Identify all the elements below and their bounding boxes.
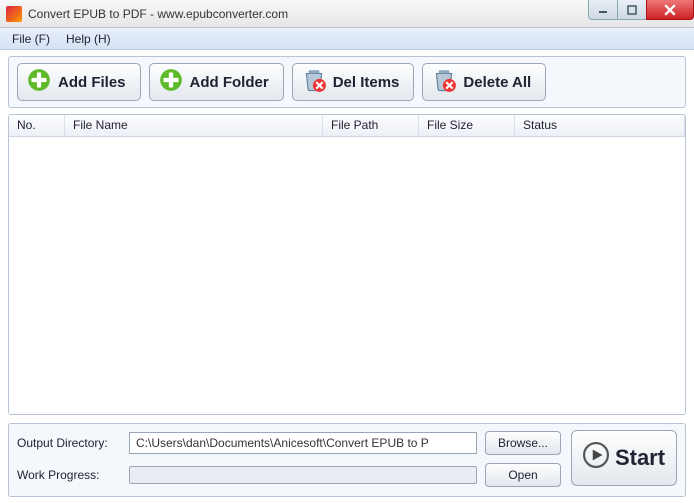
col-header-filesize[interactable]: File Size (419, 115, 515, 136)
trash-delete-icon (431, 67, 457, 97)
menubar: File (F) Help (H) (0, 28, 694, 50)
play-icon (583, 442, 609, 474)
app-icon (6, 6, 22, 22)
maximize-button[interactable] (617, 0, 647, 20)
bottom-panel: Output Directory: Browse... Work Progres… (8, 423, 686, 497)
output-dir-label: Output Directory: (17, 436, 121, 450)
col-header-filepath[interactable]: File Path (323, 115, 419, 136)
trash-delete-icon (301, 67, 327, 97)
minimize-button[interactable] (588, 0, 618, 20)
start-label: Start (615, 445, 665, 471)
client-area: Add Files Add Folder Del Items Delete Al… (0, 50, 694, 503)
col-header-filename[interactable]: File Name (65, 115, 323, 136)
plus-icon (158, 67, 184, 97)
add-folder-label: Add Folder (190, 74, 269, 91)
add-folder-button[interactable]: Add Folder (149, 63, 284, 101)
browse-button[interactable]: Browse... (485, 431, 561, 455)
add-files-label: Add Files (58, 74, 126, 91)
list-header: No. File Name File Path File Size Status (9, 115, 685, 137)
open-button[interactable]: Open (485, 463, 561, 487)
del-items-button[interactable]: Del Items (292, 63, 415, 101)
window-title: Convert EPUB to PDF - www.epubconverter.… (28, 7, 288, 21)
add-files-button[interactable]: Add Files (17, 63, 141, 101)
col-header-status[interactable]: Status (515, 115, 685, 136)
work-progress-label: Work Progress: (17, 468, 121, 482)
toolbar: Add Files Add Folder Del Items Delete Al… (8, 56, 686, 108)
delete-all-label: Delete All (463, 74, 531, 91)
plus-icon (26, 67, 52, 97)
progress-bar (129, 466, 477, 484)
delete-all-button[interactable]: Delete All (422, 63, 546, 101)
output-dir-input[interactable] (129, 432, 477, 454)
bottom-left: Output Directory: Browse... Work Progres… (17, 430, 561, 488)
file-list-panel: No. File Name File Path File Size Status (8, 114, 686, 415)
window-controls (589, 0, 694, 20)
start-button[interactable]: Start (571, 430, 677, 486)
list-body[interactable] (9, 137, 685, 414)
del-items-label: Del Items (333, 74, 400, 91)
menu-help[interactable]: Help (H) (58, 30, 119, 48)
close-button[interactable] (646, 0, 694, 20)
menu-file[interactable]: File (F) (4, 30, 58, 48)
col-header-no[interactable]: No. (9, 115, 65, 136)
window-titlebar: Convert EPUB to PDF - www.epubconverter.… (0, 0, 694, 28)
